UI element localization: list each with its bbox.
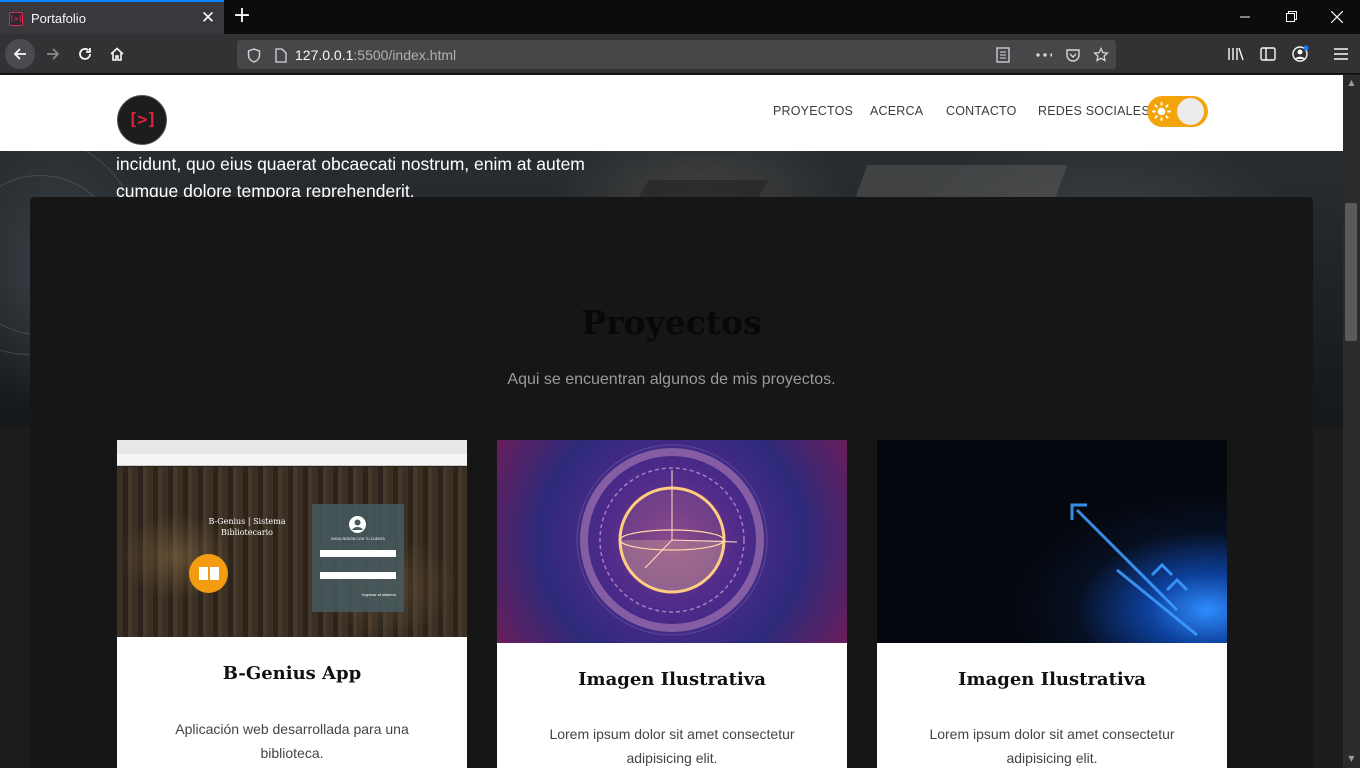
screenshot-user-field — [320, 550, 396, 557]
nav-link-acerca[interactable]: ACERCA — [870, 104, 923, 118]
arrows-illustration — [1070, 503, 1198, 637]
project-card-3[interactable]: Imagen Ilustrativa Lorem ipsum dolor sit… — [877, 440, 1227, 768]
screenshot-login-title: INICIA SESIÓN CON TU CUENTA — [331, 537, 385, 541]
url-bar[interactable]: 127.0.0.1:5500/index.html — [237, 40, 1116, 69]
screenshot-library-bg — [117, 467, 467, 637]
arrow-right-icon — [47, 48, 60, 60]
project-image-arrows — [877, 440, 1227, 643]
site-favicon-icon: [>] — [9, 12, 23, 26]
theme-toggle[interactable] — [1147, 96, 1208, 127]
page-icon[interactable] — [273, 47, 289, 63]
project-card-bgenius[interactable]: B-Genius | Sistema Bibliotecario INICIA … — [117, 440, 467, 768]
tab-title: Portafolio — [31, 11, 86, 26]
projects-title: Proyectos — [581, 303, 762, 342]
project-image-globe — [497, 440, 847, 643]
nav-link-contacto[interactable]: CONTACTO — [946, 104, 1017, 118]
project-description: Lorem ipsum dolor sit amet consectetur a… — [929, 726, 1175, 766]
scroll-up-icon[interactable]: ▲ — [1346, 78, 1357, 88]
arrow-left-icon — [13, 48, 26, 60]
bookmark-star-icon[interactable] — [1093, 47, 1109, 63]
project-image-bgenius: B-Genius | Sistema Bibliotecario INICIA … — [117, 440, 467, 637]
project-card-2[interactable]: Imagen Ilustrativa Lorem ipsum dolor sit… — [497, 440, 847, 768]
reader-view-icon[interactable] — [995, 47, 1011, 63]
project-title: B-Genius App — [222, 663, 362, 684]
project-description: Lorem ipsum dolor sit amet consectetur a… — [549, 726, 795, 766]
scroll-down-icon[interactable]: ▼ — [1346, 754, 1357, 764]
sidebar-icon[interactable] — [1253, 39, 1283, 69]
more-actions-icon[interactable] — [1036, 47, 1052, 63]
restore-icon[interactable] — [1268, 0, 1314, 34]
minimize-icon[interactable] — [1222, 0, 1268, 34]
sun-icon — [1152, 102, 1171, 121]
account-icon[interactable] — [1285, 39, 1315, 69]
book-icon — [189, 554, 228, 593]
site-header: [>] PROYECTOS ACERCA CONTACTO REDES SOCI… — [0, 75, 1343, 151]
home-icon — [110, 47, 124, 61]
project-title: Imagen Ilustrativa — [578, 669, 766, 690]
shield-icon[interactable] — [246, 47, 262, 63]
forward-button[interactable] — [38, 39, 68, 69]
browser-tab-strip: [>] Portafolio ✕ + — [0, 0, 1360, 34]
page-scrollbar[interactable] — [1343, 75, 1360, 768]
window-close-icon[interactable] — [1314, 0, 1360, 34]
browser-toolbar: 127.0.0.1:5500/index.html — [0, 34, 1360, 74]
screenshot-bookmarks-bar — [117, 454, 467, 466]
toggle-knob — [1177, 98, 1204, 125]
home-button[interactable] — [102, 39, 132, 69]
library-icon[interactable] — [1221, 39, 1251, 69]
screenshot-brand: B-Genius | Sistema Bibliotecario — [208, 517, 286, 537]
reload-button[interactable] — [70, 39, 100, 69]
screenshot-login-panel: INICIA SESIÓN CON TU CUENTA Ingresar al … — [312, 504, 404, 612]
nav-link-proyectos[interactable]: PROYECTOS — [773, 104, 853, 118]
reload-icon — [79, 48, 91, 60]
project-description: Aplicación web desarrollada para una bib… — [175, 721, 409, 761]
nav-link-redes-sociales[interactable]: REDES SOCIALES — [1038, 104, 1150, 118]
screenshot-browser-bar — [117, 440, 467, 454]
url-text[interactable]: 127.0.0.1:5500/index.html — [295, 47, 456, 63]
user-icon — [349, 516, 366, 533]
projects-subtitle: Aqui se encuentran algunos de mis proyec… — [507, 371, 836, 388]
screenshot-pass-field — [320, 572, 396, 579]
back-button[interactable] — [5, 39, 35, 69]
project-title: Imagen Ilustrativa — [958, 669, 1146, 690]
new-tab-button[interactable]: + — [230, 4, 254, 28]
globe-illustration — [576, 444, 768, 636]
tab-close-icon[interactable]: ✕ — [198, 8, 218, 28]
site-logo[interactable]: [>] — [117, 95, 167, 145]
scrollbar-thumb[interactable] — [1345, 203, 1357, 341]
browser-tab[interactable]: [>] Portafolio ✕ — [0, 0, 224, 34]
page-viewport: incidunt, quo eius quaerat obcaecati nos… — [0, 75, 1343, 768]
menu-icon[interactable] — [1326, 39, 1356, 69]
screenshot-login-button: Ingresar al sistema — [362, 592, 396, 597]
pocket-icon[interactable] — [1065, 47, 1081, 63]
